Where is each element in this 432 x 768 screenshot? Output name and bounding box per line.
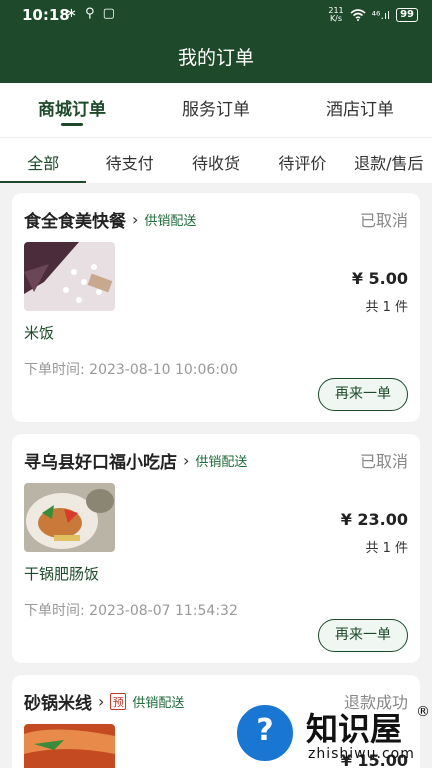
app-header: 10:18 ∗ ⚲ ▢ 211 K/s ⁴⁶.ıl 99 我的订单 xyxy=(0,0,432,83)
order-time: 下单时间: 2023-08-07 11:54:32 xyxy=(24,603,238,619)
signal-icon: ⁴⁶.ıl xyxy=(371,8,391,22)
tab-active-indicator xyxy=(61,123,83,126)
filter-pending-payment[interactable]: 待支付 xyxy=(86,138,172,183)
chevron-right-icon: › xyxy=(98,692,105,711)
reorder-button[interactable]: 再来一单 xyxy=(318,619,408,652)
product-image[interactable] xyxy=(24,242,115,311)
shop-name: 寻乌县好口福小吃店 xyxy=(24,453,177,473)
filter-all[interactable]: 全部 xyxy=(0,138,87,183)
order-time: 下单时间: 2023-08-10 10:06:00 xyxy=(24,362,238,378)
status-bar: 10:18 ∗ ⚲ ▢ 211 K/s ⁴⁶.ıl 99 xyxy=(0,0,432,32)
shop-link[interactable]: 砂锅米线 › 预 供销配送 xyxy=(24,689,184,714)
watermark: ? 知识屋 ® zhishiwu.com xyxy=(232,700,432,768)
tab-service-orders[interactable]: 服务订单 xyxy=(144,83,288,137)
shop-name: 食全食美快餐 xyxy=(24,212,126,232)
delivery-tag: 供销配送 xyxy=(195,455,248,470)
presale-badge: 预 xyxy=(110,693,127,710)
order-status: 已取消 xyxy=(359,452,408,471)
order-price: ¥ 5.00 xyxy=(351,269,408,288)
chevron-right-icon: › xyxy=(132,210,139,229)
watermark-logo-icon: ? xyxy=(234,702,296,764)
shop-link[interactable]: 寻乌县好口福小吃店 › 供销配送 xyxy=(24,448,247,473)
filter-pending-receipt[interactable]: 待收货 xyxy=(173,138,259,183)
filter-refund-aftersale[interactable]: 退款/售后 xyxy=(346,138,432,183)
status-filter-bar: 全部 待支付 待收货 待评价 退款/售后 xyxy=(0,137,432,183)
status-time: 10:18 xyxy=(22,6,70,24)
shop-link[interactable]: 食全食美快餐 › 供销配送 xyxy=(24,207,196,232)
page-title: 我的订单 xyxy=(177,47,254,69)
chevron-right-icon: › xyxy=(183,451,190,470)
tab-mall-orders[interactable]: 商城订单 xyxy=(0,83,144,137)
registered-mark: ® xyxy=(416,704,430,720)
item-name: 米饭 xyxy=(24,324,55,342)
status-right: 211 K/s ⁴⁶.ıl 99 xyxy=(328,7,418,23)
wifi-icon xyxy=(350,9,366,21)
product-image[interactable] xyxy=(24,724,115,768)
watermark-url: zhishiwu.com xyxy=(308,746,415,762)
item-name: 干锅肥肠饭 xyxy=(24,565,100,583)
battery-icon: 99 xyxy=(396,8,418,22)
tab-hotel-orders[interactable]: 酒店订单 xyxy=(288,83,432,137)
reorder-button[interactable]: 再来一单 xyxy=(318,378,408,411)
product-image[interactable] xyxy=(24,483,115,552)
watermark-brand: 知识屋 xyxy=(306,710,403,748)
order-price: ¥ 23.00 xyxy=(340,510,408,529)
order-card[interactable]: 食全食美快餐 › 供销配送 已取消 ¥ 5.00 共 1 件 米饭 下单时间: … xyxy=(12,193,420,422)
item-count: 共 1 件 xyxy=(365,541,408,556)
status-icons: ∗ ⚲ ▢ xyxy=(66,6,117,21)
order-card[interactable]: 寻乌县好口福小吃店 › 供销配送 已取消 ¥ 23.00 共 1 件 干锅肥肠饭… xyxy=(12,434,420,663)
delivery-tag: 供销配送 xyxy=(132,696,185,711)
filter-pending-review[interactable]: 待评价 xyxy=(259,138,345,183)
order-status: 已取消 xyxy=(359,211,408,230)
delivery-tag: 供销配送 xyxy=(144,214,197,229)
order-type-tabs: 商城订单 服务订单 酒店订单 xyxy=(0,83,432,137)
item-count: 共 1 件 xyxy=(365,300,408,315)
shop-name: 砂锅米线 xyxy=(24,694,92,714)
filter-active-indicator xyxy=(0,181,87,183)
net-speed: 211 K/s xyxy=(328,6,344,23)
